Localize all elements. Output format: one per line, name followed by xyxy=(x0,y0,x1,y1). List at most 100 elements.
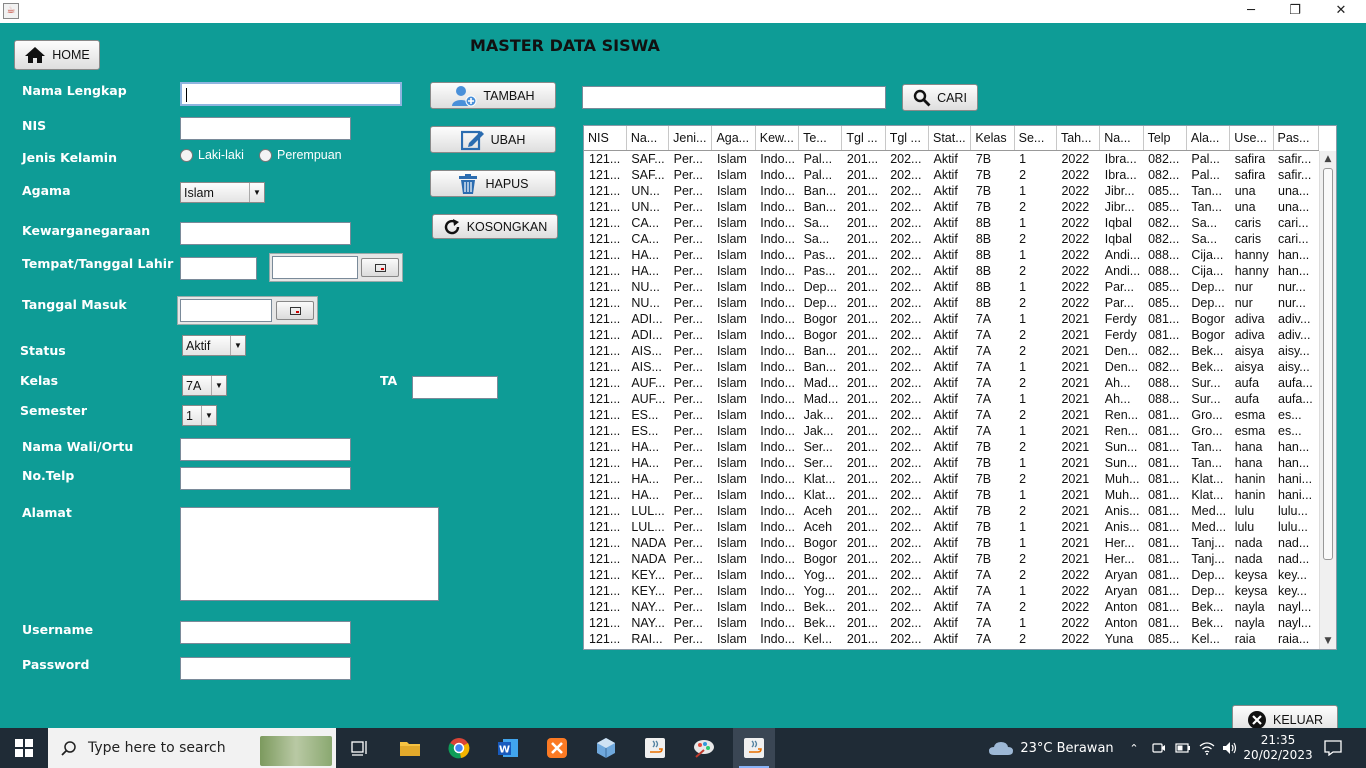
table-row[interactable]: 121... AUF... Per... Islam Indo... Mad... 201.… xyxy=(584,375,1319,391)
tray-meet-now[interactable] xyxy=(1148,728,1170,768)
kosongkan-button[interactable]: KOSONGKAN xyxy=(432,214,558,239)
table-row[interactable]: 121... AIS... Per... Islam Indo... Ban... 201.… xyxy=(584,343,1319,359)
scroll-up-arrow-icon[interactable]: ▲ xyxy=(1320,151,1336,167)
radio-perempuan[interactable]: Perempuan xyxy=(259,148,342,162)
column-header[interactable]: Ala... xyxy=(1186,126,1231,151)
column-header[interactable]: Pas... xyxy=(1273,126,1319,151)
weather-widget[interactable]: 23°C Berawan xyxy=(986,728,1116,768)
table-row[interactable]: 121... HA... Per... Islam Indo... Ser... 201..… xyxy=(584,455,1319,471)
column-header[interactable]: Kew... xyxy=(755,126,800,151)
column-header[interactable]: Aga... xyxy=(711,126,756,151)
column-header[interactable]: Tgl ... xyxy=(885,126,930,151)
column-header[interactable]: Na... xyxy=(626,126,670,151)
column-header[interactable]: Tah... xyxy=(1056,126,1101,151)
column-header[interactable]: Stat... xyxy=(928,126,972,151)
table-row[interactable]: 121... NU... Per... Islam Indo... Dep... 201..… xyxy=(584,279,1319,295)
cari-button[interactable]: CARI xyxy=(902,84,978,111)
taskbar-paint-app[interactable] xyxy=(684,728,724,768)
ta-input[interactable] xyxy=(412,376,498,399)
tray-volume[interactable] xyxy=(1219,728,1241,768)
table-row[interactable]: 121... NAY... Per... Islam Indo... Bek... 201.… xyxy=(584,615,1319,631)
table-row[interactable]: 121... HA... Per... Islam Indo... Pas... 201..… xyxy=(584,247,1319,263)
tanggal-masuk-input[interactable] xyxy=(180,299,272,322)
table-row[interactable]: 121... NAY... Per... Islam Indo... Bek... 201.… xyxy=(584,599,1319,615)
table-row[interactable]: 121... KEY... Per... Islam Indo... Yog... 201.… xyxy=(584,567,1319,583)
search-input[interactable] xyxy=(582,86,886,109)
column-header[interactable]: Se... xyxy=(1014,126,1057,151)
table-row[interactable]: 121... RAI... Per... Islam Indo... Kel... 201.… xyxy=(584,631,1319,647)
kewarganegaraan-input[interactable] xyxy=(180,222,351,245)
password-input[interactable] xyxy=(180,657,351,680)
scrollbar-thumb[interactable] xyxy=(1323,168,1333,560)
status-select[interactable]: Aktif ▼ xyxy=(182,335,246,356)
taskbar-word[interactable]: W xyxy=(488,728,528,768)
minimize-button[interactable]: ─ xyxy=(1228,0,1274,23)
table-row[interactable]: 121... AUF... Per... Islam Indo... Mad... 201.… xyxy=(584,391,1319,407)
column-header[interactable]: Na... xyxy=(1099,126,1144,151)
table-row[interactable]: 121... UN... Per... Islam Indo... Ban... 201..… xyxy=(584,199,1319,215)
table-scrollbar[interactable]: ▲ ▼ xyxy=(1319,151,1336,649)
agama-select[interactable]: Islam ▼ xyxy=(180,182,265,203)
calendar-button[interactable] xyxy=(361,258,399,277)
table-row[interactable]: 121... ES... Per... Islam Indo... Jak... 201..… xyxy=(584,407,1319,423)
column-header[interactable]: Tgl ... xyxy=(841,126,886,151)
home-button[interactable]: HOME xyxy=(14,40,100,70)
table-row[interactable]: 121... HA... Per... Islam Indo... Klat... 201.… xyxy=(584,487,1319,503)
taskbar-virtualbox[interactable] xyxy=(586,728,626,768)
maximize-button[interactable]: ❐ xyxy=(1272,0,1318,23)
table-row[interactable]: 121... SAF... Per... Islam Indo... Pal... 201.… xyxy=(584,150,1319,167)
table-row[interactable]: 121... SAF... Per... Islam Indo... Pal... 201.… xyxy=(584,167,1319,183)
tambah-button[interactable]: TAMBAH xyxy=(430,82,556,109)
no-telp-input[interactable] xyxy=(180,467,351,490)
taskbar-search-box[interactable]: Type here to search xyxy=(48,728,336,768)
task-view-button[interactable] xyxy=(340,728,380,768)
username-input[interactable] xyxy=(180,621,351,644)
column-header[interactable]: Telp xyxy=(1143,126,1187,151)
table-row[interactable]: 121... LUL... Per... Islam Indo... Aceh 201...… xyxy=(584,519,1319,535)
scroll-down-arrow-icon[interactable]: ▼ xyxy=(1320,633,1336,649)
show-hidden-icons-button[interactable]: ⌃ xyxy=(1124,728,1144,768)
radio-laki-laki[interactable]: Laki-laki xyxy=(180,148,244,162)
table-row[interactable]: 121... HA... Per... Islam Indo... Ser... 201..… xyxy=(584,439,1319,455)
hapus-button[interactable]: HAPUS xyxy=(430,170,556,197)
table-row[interactable]: 121... ADI... Per... Islam Indo... Bogor 201..… xyxy=(584,311,1319,327)
nama-lengkap-input[interactable] xyxy=(180,82,402,106)
table-row[interactable]: 121... ADI... Per... Islam Indo... Bogor 201..… xyxy=(584,327,1319,343)
tempat-lahir-input[interactable] xyxy=(180,257,257,280)
taskbar-java-app-1[interactable] xyxy=(635,728,675,768)
table-row[interactable]: 121... AIS... Per... Islam Indo... Ban... 201.… xyxy=(584,359,1319,375)
taskbar-java-app-active[interactable] xyxy=(733,728,775,768)
column-header[interactable]: Use... xyxy=(1229,126,1274,151)
column-header[interactable]: Jeni... xyxy=(668,126,713,151)
table-row[interactable]: 121... UN... Per... Islam Indo... Ban... 201..… xyxy=(584,183,1319,199)
column-header[interactable]: Te... xyxy=(798,126,843,151)
taskbar-chrome[interactable] xyxy=(439,728,479,768)
table-row[interactable]: 121... NADA Per... Islam Indo... Bogor 201... 2… xyxy=(584,551,1319,567)
table-row[interactable]: 121... ES... Per... Islam Indo... Jak... 201..… xyxy=(584,423,1319,439)
semester-select[interactable]: 1 ▼ xyxy=(182,405,217,426)
nis-input[interactable] xyxy=(180,117,351,140)
table-row[interactable]: 121... CA... Per... Islam Indo... Sa... 201...… xyxy=(584,215,1319,231)
kelas-select[interactable]: 7A ▼ xyxy=(182,375,227,396)
tanggal-lahir-input[interactable] xyxy=(272,256,358,279)
calendar-button[interactable] xyxy=(276,301,314,320)
taskbar-file-explorer[interactable] xyxy=(390,728,430,768)
table-row[interactable]: 121... HA... Per... Islam Indo... Klat... 201.… xyxy=(584,471,1319,487)
column-header[interactable]: Kelas xyxy=(970,126,1015,151)
table-row[interactable]: 121... HA... Per... Islam Indo... Pas... 201..… xyxy=(584,263,1319,279)
column-header[interactable]: NIS xyxy=(584,126,627,151)
start-button[interactable] xyxy=(0,728,48,768)
table-row[interactable]: 121... KEY... Per... Islam Indo... Yog... 201.… xyxy=(584,583,1319,599)
table-row[interactable]: 121... LUL... Per... Islam Indo... Aceh 201...… xyxy=(584,503,1319,519)
tray-battery[interactable] xyxy=(1172,728,1194,768)
table-row[interactable]: 121... CA... Per... Islam Indo... Sa... 201...… xyxy=(584,231,1319,247)
nama-wali-input[interactable] xyxy=(180,438,351,461)
taskbar-xampp[interactable] xyxy=(537,728,577,768)
tray-wifi[interactable] xyxy=(1196,728,1218,768)
alamat-textarea[interactable] xyxy=(180,507,439,601)
table-row[interactable]: 121... NU... Per... Islam Indo... Dep... 201..… xyxy=(584,295,1319,311)
notification-center-button[interactable] xyxy=(1318,728,1348,768)
taskbar-clock[interactable]: 21:35 20/02/2023 xyxy=(1243,728,1312,768)
close-window-button[interactable]: ✕ xyxy=(1318,0,1364,23)
table-row[interactable]: 121... NADA Per... Islam Indo... Bogor 201... 2… xyxy=(584,535,1319,551)
